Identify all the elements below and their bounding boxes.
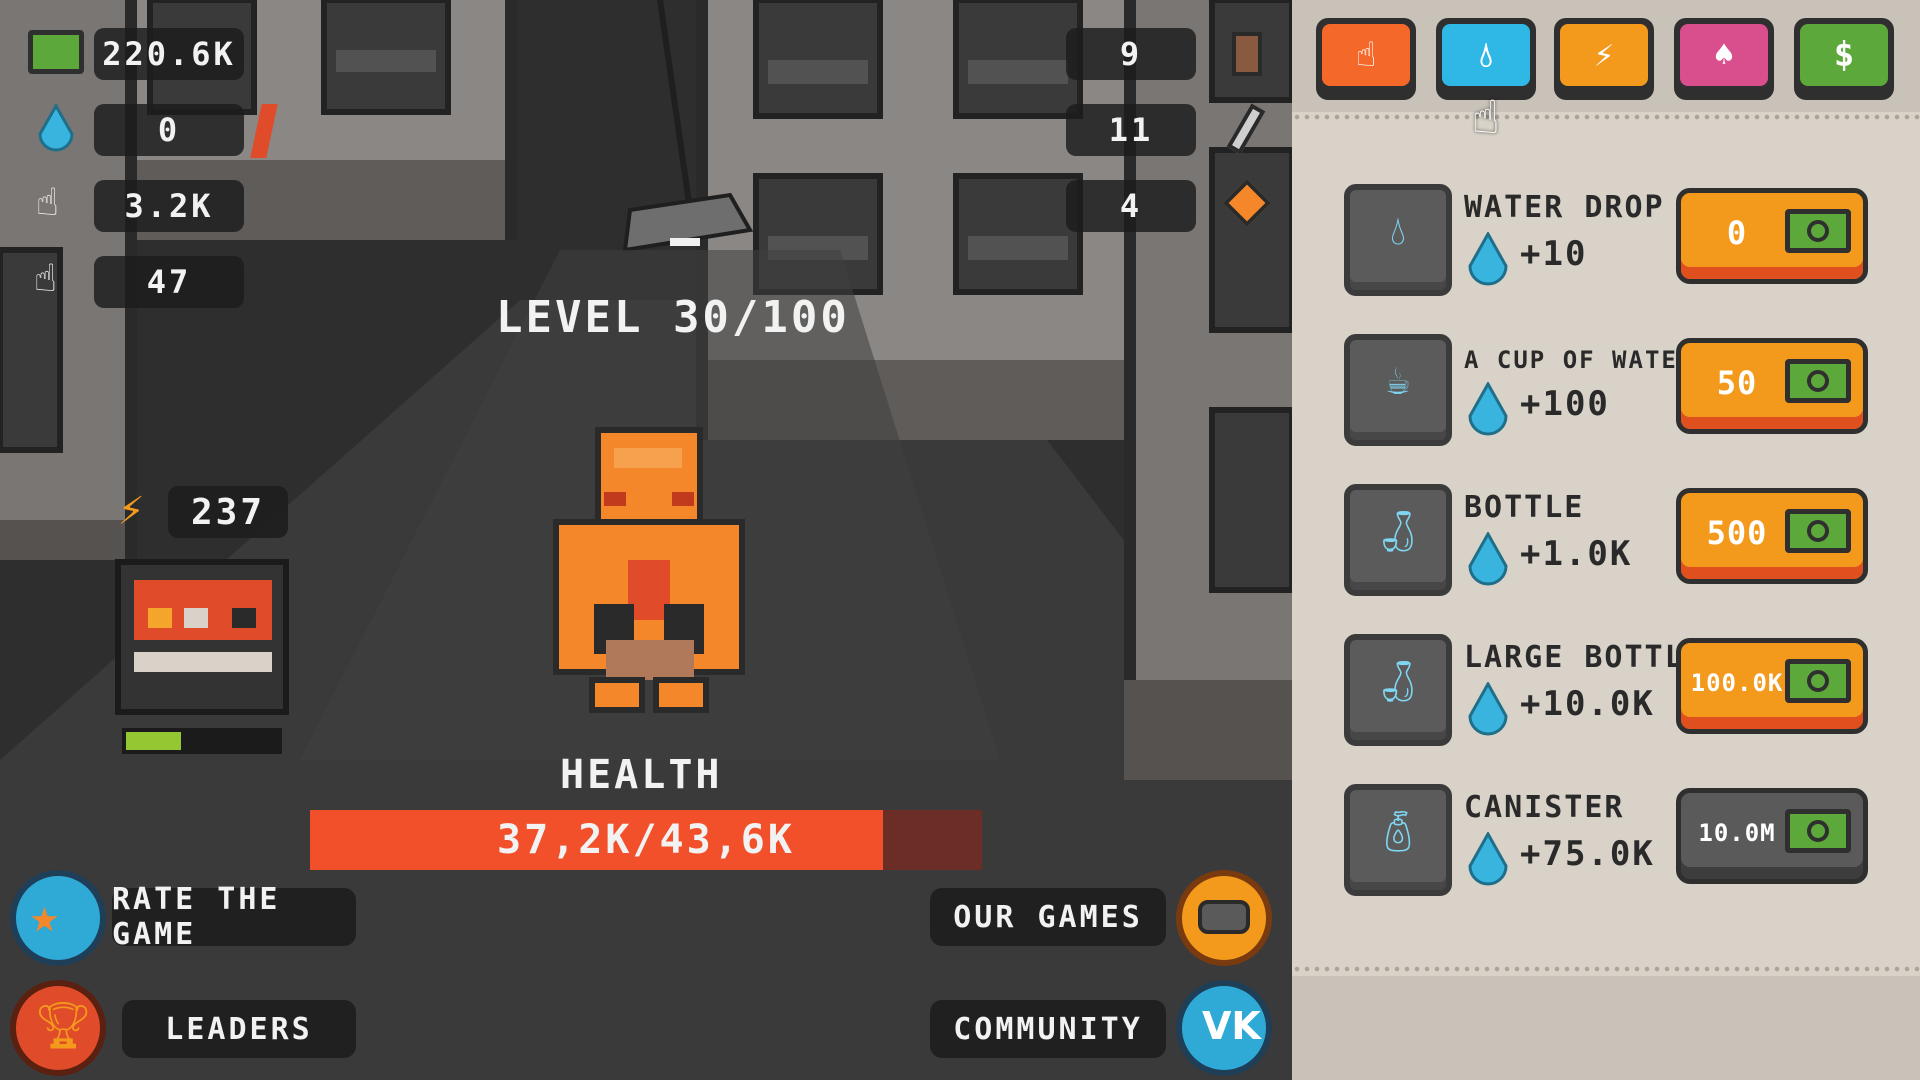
cash-icon	[1785, 209, 1851, 253]
health-bar: 37,2K/43,6K	[310, 810, 982, 870]
buy-button[interactable]: 10.0M	[1676, 788, 1868, 884]
canister-icon: 🧴︎	[1344, 784, 1452, 896]
muscle-icon: ♠	[1680, 24, 1768, 86]
shop-item-gain: +75.0K	[1520, 834, 1655, 874]
star-icon[interactable]: ★	[10, 870, 106, 966]
counter-top-stat: 9	[1066, 28, 1196, 80]
trophy-icon[interactable]: 🏆︎	[10, 980, 106, 1076]
bottle-icon: 🍶︎	[1344, 484, 1452, 596]
water-drop-icon	[1468, 230, 1508, 292]
buy-price: 50	[1716, 364, 1758, 402]
cup-icon: ☕︎	[1344, 334, 1452, 446]
cash-icon	[1785, 359, 1851, 403]
cash-value: 220.6K	[102, 35, 236, 73]
shop-item-gain: +100	[1520, 384, 1610, 424]
rate-game-button[interactable]: RATE THE GAME	[112, 882, 356, 952]
counter-top-value: 9	[1119, 35, 1143, 73]
lightning-icon: ⚡	[118, 484, 145, 535]
divider	[1292, 112, 1920, 124]
water-drop-icon	[38, 102, 74, 158]
energy-bar	[118, 724, 286, 758]
tab-lightning[interactable]: ⚡	[1554, 18, 1654, 100]
buy-price: 10.0M	[1698, 819, 1776, 847]
water-drop-icon	[1468, 830, 1508, 892]
click-power-stat: 3.2K	[94, 180, 244, 232]
energy-stat: 237	[168, 486, 288, 538]
counter-mid-stat: 11	[1066, 104, 1196, 156]
cash-icon	[28, 30, 84, 74]
vk-icon[interactable]: VK	[1176, 980, 1272, 1076]
cash-icon	[1785, 509, 1851, 553]
water-drop-icon: 💧︎	[1442, 24, 1530, 86]
shop-item: 🍶︎ LARGE BOTTLE +10.0K 100.0K	[1344, 634, 1888, 754]
lightning-icon: ⚡	[1560, 24, 1648, 86]
tab-hand[interactable]: ☝	[1316, 18, 1416, 100]
divider	[1292, 964, 1920, 976]
community-button[interactable]: COMMUNITY	[930, 1000, 1166, 1058]
shop-item-gain: +10.0K	[1520, 684, 1655, 724]
auto-click-icon: ☝	[34, 256, 57, 300]
shop-item: 💧︎ WATER DROP +10 0	[1344, 184, 1888, 304]
water-drop-icon: 💧︎	[1344, 184, 1452, 296]
tab-muscle[interactable]: ♠	[1674, 18, 1774, 100]
shop-item-name: WATER DROP	[1464, 190, 1665, 225]
buy-price: 0	[1726, 214, 1748, 252]
shop-item-name: CANISTER	[1464, 790, 1625, 825]
shop-item: 🧴︎ CANISTER +75.0K 10.0M	[1344, 784, 1888, 904]
cash-stat: 220.6K	[94, 28, 244, 80]
shop-item-gain: +1.0K	[1520, 534, 1633, 574]
hammer-icon	[1232, 32, 1262, 76]
leaders-button[interactable]: LEADERS	[122, 1000, 356, 1058]
buy-price: 100.0K	[1690, 669, 1784, 697]
panel-footer	[1292, 976, 1920, 1080]
health-label: HEALTH	[560, 752, 723, 798]
shop-item: ☕︎ A CUP OF WATER +100 50	[1344, 334, 1888, 454]
cursor-icon: ☝	[1472, 90, 1500, 144]
dollar-icon: $	[1800, 24, 1888, 86]
water-drop-icon	[1468, 530, 1508, 592]
water-drop-icon	[1468, 380, 1508, 442]
shop-item-gain: +10	[1520, 234, 1588, 274]
cash-icon	[1785, 809, 1851, 853]
hand-icon: ☝	[1322, 24, 1410, 86]
counter-low-value: 4	[1119, 187, 1143, 225]
buy-button[interactable]: 500	[1676, 488, 1868, 584]
auto-clicks-stat: 47	[94, 256, 244, 308]
click-power-value: 3.2K	[124, 187, 214, 225]
counter-mid-value: 11	[1108, 111, 1154, 149]
shop-item-name: LARGE BOTTLE	[1464, 640, 1705, 675]
large-bottle-icon: 🍶︎	[1344, 634, 1452, 746]
health-value: 37,2K/43,6K	[497, 817, 795, 863]
buy-button[interactable]: 50	[1676, 338, 1868, 434]
water-stat: 0	[94, 104, 244, 156]
buy-button[interactable]: 0	[1676, 188, 1868, 284]
buy-button[interactable]: 100.0K	[1676, 638, 1868, 734]
shop-item: 🍶︎ BOTTLE +1.0K 500	[1344, 484, 1888, 604]
level-label: LEVEL 30/100	[496, 292, 850, 343]
hand-icon: ☝	[36, 180, 59, 224]
water-drop-icon	[1468, 680, 1508, 742]
water-value: 0	[157, 111, 181, 149]
game-stage: 220.6K 0 ☝ 3.2K ☝ 47 9 11 4 ⚡ 237 LEVEL …	[0, 0, 1292, 1080]
shop-item-name: A CUP OF WATER	[1464, 346, 1695, 374]
shop-panel: ☝ 💧︎ ⚡ ♠ $ 💧︎ WATER DROP +10 0 ☕︎ A CUP OF WATER +…	[1292, 0, 1920, 1080]
tab-water-drop[interactable]: 💧︎	[1436, 18, 1536, 100]
counter-low-stat: 4	[1066, 180, 1196, 232]
energy-bar-fill	[126, 732, 181, 750]
shop-item-name: BOTTLE	[1464, 490, 1585, 525]
auto-clicks-value: 47	[146, 263, 192, 301]
tab-dollar[interactable]: $	[1794, 18, 1894, 100]
buy-price: 500	[1706, 514, 1768, 552]
gamepad-icon[interactable]	[1176, 870, 1272, 966]
our-games-button[interactable]: OUR GAMES	[930, 888, 1166, 946]
cash-icon	[1785, 659, 1851, 703]
